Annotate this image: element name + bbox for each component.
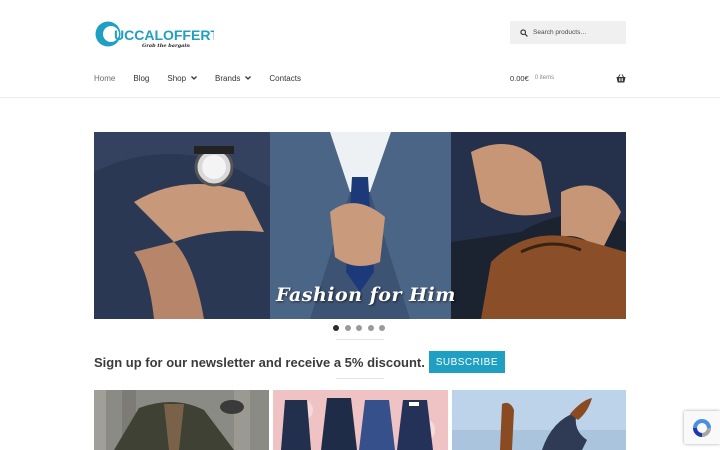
nav-item-label: Home [94,73,116,83]
nav-item-brands[interactable]: Brands [215,73,252,83]
nav-item-label: Blog [133,73,150,83]
nav-item-label: Brands [215,73,241,83]
slider-dot-5[interactable] [379,325,385,331]
category-tile-dresses[interactable] [273,390,448,450]
slider-dot-3[interactable] [356,325,362,331]
newsletter-text: Sign up for our newsletter and receive a… [94,354,425,370]
nav-item-contacts[interactable]: Contacts [269,74,301,83]
newsletter-bar: Sign up for our newsletter and receive a… [94,351,505,373]
search-box[interactable]: Search products… [510,21,626,44]
search-icon [515,21,533,44]
nav-item-blog[interactable]: Blog [133,74,149,83]
recaptcha-icon [693,418,711,437]
divider [336,339,384,340]
recaptcha-badge[interactable] [684,411,720,444]
slide-caption: Fashion for Him [276,284,456,306]
cart-count: 0 items [534,75,555,81]
site-header: UCCALOFFERTA Grab the bargain Search pro… [0,0,720,98]
nav-item-shop[interactable]: Shop [167,73,198,83]
basket-icon [616,73,626,82]
slider-dot-4[interactable] [367,325,374,331]
category-tile-accessories[interactable] [452,390,626,450]
cart-amount: 0.00€ [510,73,529,83]
divider [336,378,384,379]
logo-tagline: Grab the bargain [142,43,190,49]
slide-image-shoe [451,132,626,319]
search-input[interactable]: Search products… [533,29,587,36]
slider-pagination [333,325,391,331]
category-tile-jacket[interactable] [94,390,269,450]
site-logo[interactable]: UCCALOFFERTA Grab the bargain [94,20,228,50]
nav-item-label: Shop [167,73,187,83]
subscribe-button[interactable]: SUBSCRIBE [428,351,505,373]
chevron-down-icon [191,76,198,80]
main-navigation: Home Blog Shop Brands Contacts [94,71,319,85]
logo-text: UCCALOFFERTA [114,27,214,43]
nav-item-home[interactable]: Home [94,74,115,83]
chevron-down-icon [245,76,252,80]
slide-image-watch [94,132,270,319]
slider-dot-1[interactable] [333,325,339,331]
nav-item-label: Contacts [269,73,301,83]
header-cart[interactable]: 0.00€ 0 items [510,71,626,85]
hero-slider[interactable]: Fashion for Him [94,132,626,319]
slider-dot-2[interactable] [344,325,351,331]
